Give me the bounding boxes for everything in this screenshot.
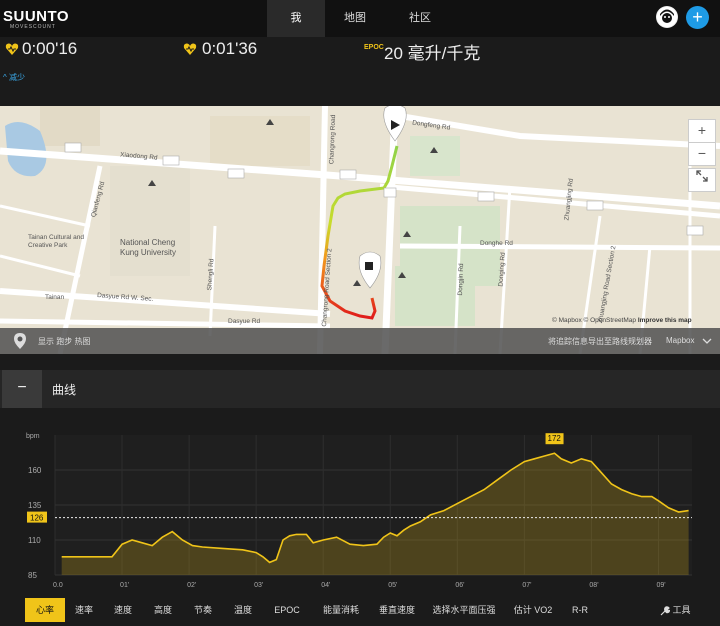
map-bottom-bar: 显示 跑步 热图 将追踪信息导出至路线规划器 Mapbox (0, 328, 720, 354)
movescount-logo-sub: MOVESCOUNT (10, 24, 56, 30)
nav-map[interactable]: 地图 (330, 0, 380, 37)
tab-vertical-speed[interactable]: 垂直速度 (372, 598, 422, 622)
x-tick-label: 08' (589, 582, 598, 589)
pin-icon[interactable] (13, 332, 27, 350)
tab-heart-rate[interactable]: 心率 (25, 598, 65, 622)
x-tick-label: 02' (187, 582, 196, 589)
curve-title: 曲线 (52, 383, 77, 397)
y-tick-label: 110 (28, 536, 41, 545)
tab-vo2[interactable]: 估计 VO2 (508, 598, 558, 622)
stat-epoc: 20 毫升/千克 (384, 44, 481, 63)
y-tick-label: 160 (28, 466, 42, 475)
collapse-link[interactable]: ^ 减少 (3, 72, 25, 83)
stat-time-2: 0:01'36 (202, 39, 258, 58)
y-axis-label: bpm (26, 433, 40, 440)
map-label-ncku: National Cheng Kung University (120, 238, 177, 257)
y-tick-label: 85 (28, 571, 37, 580)
x-tick-label: 06' (455, 582, 464, 589)
collapse-curve-button[interactable]: − (2, 370, 42, 408)
map-label-tainan-park: Tainan Cultural and Creative Park (28, 234, 85, 249)
zoom-out-button[interactable]: − (688, 142, 716, 166)
tab-sea-level-pressure[interactable]: 选择水平面压强 (428, 598, 500, 622)
improve-map-link[interactable]: Improve this map (638, 317, 692, 324)
stats-row: 0:00'16 0:01'36 EPOC 20 毫升/千克 (0, 37, 720, 67)
add-button[interactable]: + (686, 6, 709, 29)
avatar-icon (657, 7, 677, 27)
map-label-dongjin: Dongjin Rd (457, 263, 466, 296)
x-tick-label: 01' (120, 582, 129, 589)
chart-svg: 85 110 135 160 bpm 0.0 01' 02' 03' 04' 05' 06' 07' 08… (26, 433, 692, 589)
tab-energy[interactable]: 能量消耗 (315, 598, 367, 622)
tab-cadence[interactable]: 节奏 (187, 598, 219, 622)
top-navbar: SUUNTO MOVESCOUNT 我 地图 社区 + (0, 0, 720, 37)
tab-temperature[interactable]: 温度 (227, 598, 259, 622)
x-tick-label: 05' (388, 582, 397, 589)
x-tick-label: 09' (656, 582, 665, 589)
x-tick-label: 0.0 (53, 582, 63, 589)
epoc-icon: EPOC (364, 44, 384, 51)
heart-zone-icon (183, 43, 197, 55)
x-tick-label: 04' (321, 582, 330, 589)
average-label: 126 (30, 514, 44, 523)
heart-zone-icon (5, 43, 19, 55)
map-label-dasyue: Dasyue Rd (228, 318, 261, 325)
metric-tabs: 心率 速率 速度 高度 节奏 温度 EPOC 能量消耗 垂直速度 选择水平面压强… (0, 598, 720, 622)
map-label-tainan: Tainan (45, 294, 65, 301)
tab-epoc[interactable]: EPOC (267, 598, 307, 622)
x-tick-label: 07' (522, 582, 531, 589)
suunto-logo[interactable]: SUUNTO (3, 8, 69, 25)
fullscreen-icon (696, 170, 708, 182)
map-style-select[interactable]: Mapbox (666, 336, 694, 345)
wrench-icon (660, 605, 671, 616)
heatmap-toggle[interactable]: 显示 跑步 热图 (38, 336, 90, 347)
y-tick-label: 135 (28, 501, 42, 510)
map-label-donghe: Donghe Rd (480, 240, 513, 247)
nav-community[interactable]: 社区 (395, 0, 445, 37)
tab-pace[interactable]: 速率 (68, 598, 100, 622)
curve-section-header: − 曲线 (0, 370, 720, 408)
tab-speed[interactable]: 速度 (107, 598, 139, 622)
fullscreen-button[interactable] (688, 168, 716, 192)
map-credit: © Mapbox © OpenStreetMap Improve this ma… (552, 317, 692, 324)
stat-time-1: 0:00'16 (22, 39, 78, 58)
x-tick-label: 03' (254, 582, 263, 589)
heart-rate-chart[interactable]: 85 110 135 160 bpm 0.0 01' 02' 03' 04' 05' 06' 07' 08… (0, 420, 720, 595)
tab-rr[interactable]: R-R (565, 598, 595, 622)
tools-button[interactable]: 工具 (660, 603, 691, 616)
max-label: 172 (548, 434, 562, 443)
nav-me[interactable]: 我 (267, 0, 325, 37)
chevron-down-icon[interactable] (702, 337, 712, 345)
export-route-link[interactable]: 将追踪信息导出至路线规划器 (548, 336, 652, 347)
tab-altitude[interactable]: 高度 (147, 598, 179, 622)
zoom-in-button[interactable]: + (688, 119, 716, 143)
avatar[interactable] (656, 6, 678, 28)
